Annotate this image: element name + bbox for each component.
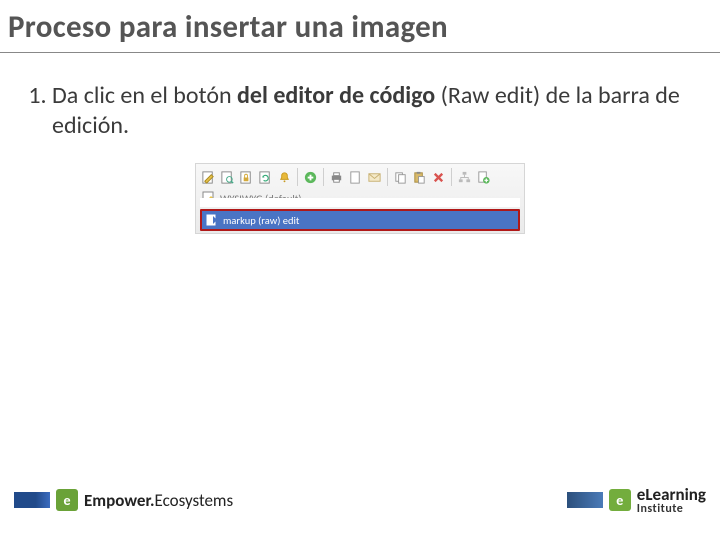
copy-icon[interactable] (392, 169, 409, 186)
dropdown-item-wysiwyg[interactable]: WYSIWYG (default) (200, 189, 520, 207)
brand-left: e Empower.Ecosystems (14, 489, 233, 511)
step-1: Da clic en el botón del editor de código… (52, 81, 690, 141)
delete-icon[interactable] (430, 169, 447, 186)
brand-left-text: Empower.Ecosystems (84, 490, 233, 511)
editor-toolbar: WYSIWYG (default) markup (raw) edit (195, 163, 525, 234)
brand-right-text: eLearning Institute (637, 486, 706, 515)
content-body: Da clic en el botón del editor de código… (0, 53, 720, 234)
separator (387, 168, 388, 186)
brand-right-logo-icon: e (609, 489, 631, 511)
mode-dropdown: WYSIWYG (default) markup (raw) edit (198, 188, 522, 233)
lock-icon[interactable] (238, 169, 255, 186)
brand-bar-icon (567, 492, 603, 508)
wysiwyg-icon (202, 191, 216, 205)
dropdown-item-markup-raw[interactable]: markup (raw) edit (200, 209, 520, 231)
toolbar-row (198, 166, 522, 188)
step-text-pre: Da clic en el botón (52, 81, 237, 110)
separator (451, 168, 452, 186)
bell-icon[interactable] (276, 169, 293, 186)
new-page-icon[interactable] (475, 169, 492, 186)
step-text-bold: del editor de código (237, 81, 435, 110)
separator (323, 168, 324, 186)
brand-right: e eLearning Institute (567, 486, 706, 515)
print-icon[interactable] (328, 169, 345, 186)
markup-icon (205, 213, 219, 227)
pdf-icon[interactable] (347, 169, 364, 186)
dropdown-item-label: markup (raw) edit (223, 214, 299, 227)
separator (297, 168, 298, 186)
brand-bar-icon (14, 492, 50, 508)
footer: e Empower.Ecosystems e eLearning Institu… (0, 480, 720, 520)
steps-list: Da clic en el botón del editor de código… (30, 81, 690, 141)
email-icon[interactable] (366, 169, 383, 186)
refresh-icon[interactable] (257, 169, 274, 186)
tree-icon[interactable] (456, 169, 473, 186)
view-icon[interactable] (219, 169, 236, 186)
brand-left-logo-icon: e (56, 489, 78, 511)
paste-icon[interactable] (411, 169, 428, 186)
page-title: Proceso para insertar una imagen (0, 0, 720, 53)
edit-page-icon[interactable] (200, 169, 217, 186)
add-icon[interactable] (302, 169, 319, 186)
dropdown-item-label: WYSIWYG (default) (220, 192, 301, 205)
